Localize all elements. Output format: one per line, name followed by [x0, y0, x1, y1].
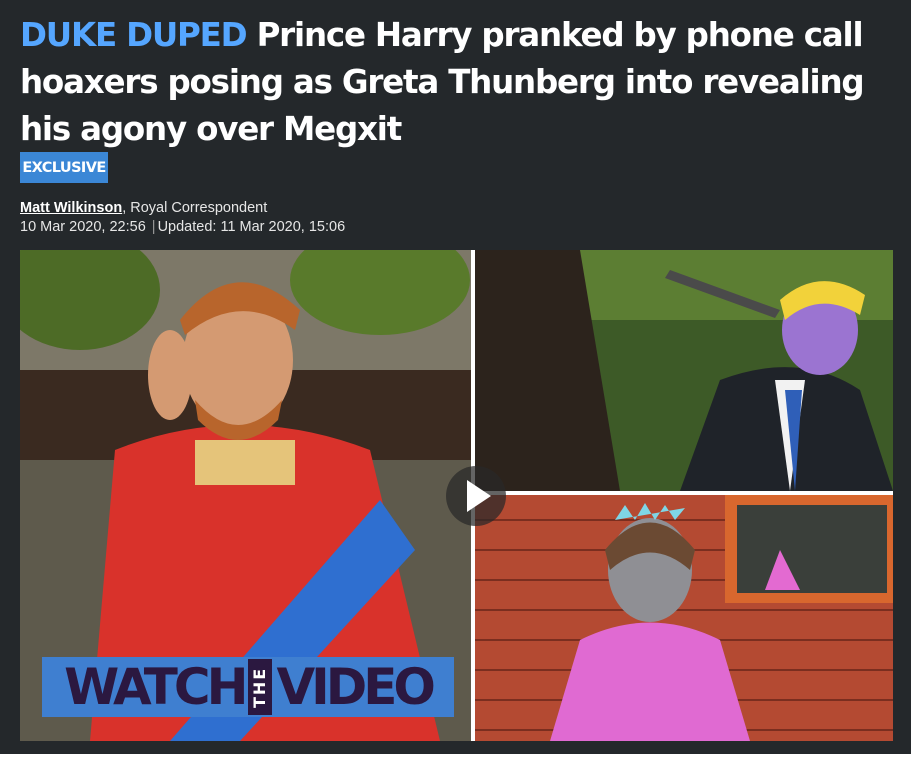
- play-button[interactable]: [446, 466, 506, 526]
- author-link[interactable]: Matt Wilkinson: [20, 200, 122, 216]
- harry-hand: [148, 330, 192, 420]
- overlay-video: VIDEO: [276, 658, 435, 716]
- overlay-watch: WATCH: [64, 658, 248, 716]
- play-icon: [467, 480, 491, 512]
- headline-kicker: DUKE DUPED: [20, 16, 248, 54]
- video-player[interactable]: WATCH THE VIDEO: [20, 250, 893, 741]
- headline: DUKE DUPED Prince Harry pranked by phone…: [20, 12, 900, 153]
- article-header-panel: DUKE DUPED Prince Harry pranked by phone…: [0, 0, 911, 754]
- greta-dress: [550, 622, 750, 741]
- byline-dates: 10 Mar 2020, 22:56 | Updated: 11 Mar 2020…: [20, 218, 345, 237]
- byline-author-line: Matt Wilkinson, Royal Correspondent: [20, 199, 345, 218]
- author-role: , Royal Correspondent: [122, 200, 268, 216]
- overlay-the: THE: [248, 659, 273, 715]
- exclusive-badge: EXCLUSIVE: [20, 152, 108, 183]
- published-date: 10 Mar 2020, 22:56: [20, 219, 146, 235]
- watch-the-video-overlay: WATCH THE VIDEO: [42, 657, 454, 717]
- byline: Matt Wilkinson, Royal Correspondent 10 M…: [20, 199, 345, 237]
- date-separator: |: [151, 219, 156, 235]
- updated-date: Updated: 11 Mar 2020, 15:06: [157, 219, 346, 235]
